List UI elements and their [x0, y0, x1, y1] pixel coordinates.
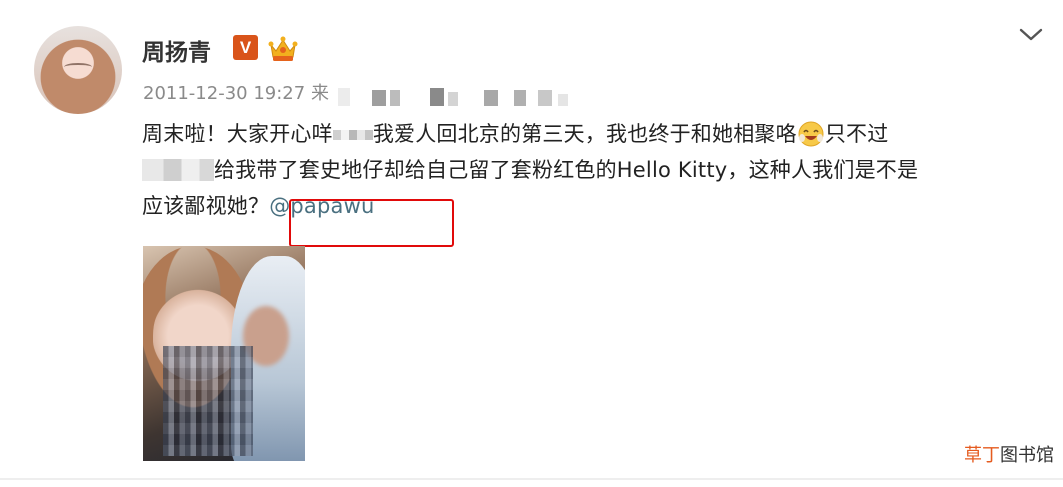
- user-name[interactable]: 周扬青: [142, 33, 211, 67]
- verified-v-icon: V: [233, 35, 258, 60]
- post-text: 周末啦！大家开心咩 我爱人回北京的第三天，我也终于和她相聚咯 只不过 给我带了套史…: [142, 116, 1042, 224]
- post-meta: 2011-12-30 19:27 来: [143, 79, 329, 105]
- post-text-segment: 给我带了套史地仔却给自己留了套粉红色的Hello Kitty，这种人我们是不是: [214, 158, 919, 182]
- post-line-1: 周末啦！大家开心咩 我爱人回北京的第三天，我也终于和她相聚咯 只不过: [142, 116, 1042, 152]
- laughing-emoji-icon: [798, 121, 824, 147]
- highlight-annotation-box: [289, 199, 454, 247]
- crown-icon: [268, 36, 298, 61]
- post-text-segment: 只不过: [824, 122, 889, 146]
- blurred-emoji: [332, 130, 373, 140]
- post-text-segment: 我爱人回北京的第三天，我也终于和她相聚咯: [372, 122, 797, 146]
- blurred-source: [338, 88, 568, 106]
- post-text-segment: 周末啦！大家开心咩: [142, 122, 333, 146]
- post-source-prefix: 来: [310, 83, 329, 104]
- chevron-down-icon[interactable]: [1016, 22, 1046, 46]
- post-line-2: 给我带了套史地仔却给自己留了套粉红色的Hello Kitty，这种人我们是不是: [142, 152, 1042, 188]
- blurred-name: [142, 159, 214, 181]
- post-photo[interactable]: [143, 246, 305, 461]
- weibo-post-card: 周扬青 V 2011-12-30 19:27 来 周末啦！大家开心咩 我爱人回北京…: [0, 0, 1063, 487]
- post-line-3: 应该鄙视她？@papawu: [142, 188, 1042, 224]
- avatar[interactable]: [34, 26, 122, 114]
- watermark-rest: 图书馆: [1000, 445, 1054, 466]
- watermark-accent: 草丁: [964, 445, 1000, 466]
- post-timestamp[interactable]: 2011-12-30 19:27: [143, 83, 305, 104]
- post-text-segment: 应该鄙视她？: [142, 194, 270, 218]
- photo-mosaic: [163, 346, 253, 456]
- watermark: 草丁图书馆: [964, 441, 1054, 467]
- divider: [0, 478, 1063, 480]
